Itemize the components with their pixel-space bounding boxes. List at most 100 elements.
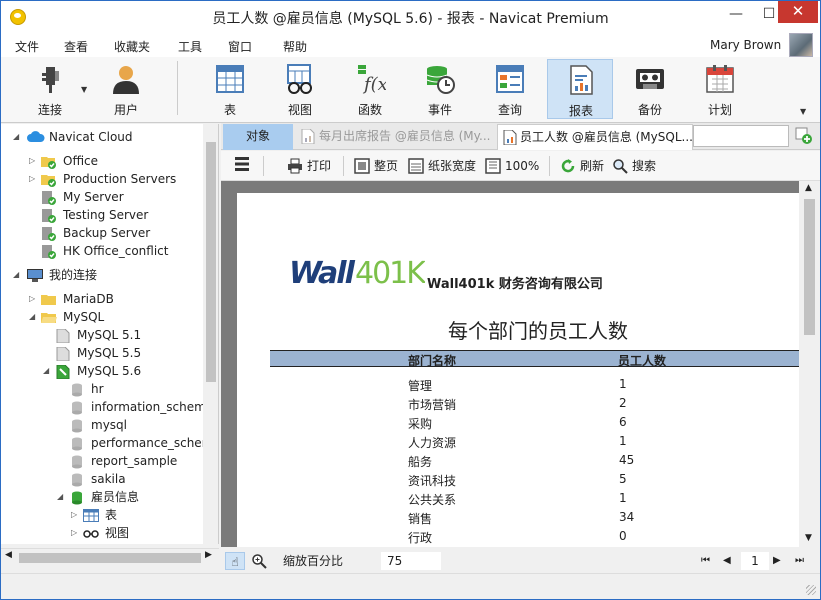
menu-icon[interactable] <box>235 157 249 171</box>
menu-tools[interactable]: 工具 <box>178 38 202 55</box>
chevron-down-icon[interactable]: ◢ <box>29 308 35 326</box>
chevron-down-icon[interactable]: ▼ <box>81 85 87 94</box>
tree-item-mysql-5-5[interactable]: MySQL 5.5 <box>1 344 201 362</box>
chevron-down-icon[interactable]: ◢ <box>13 266 19 284</box>
tree-item-production-servers[interactable]: ▷ Production Servers <box>1 170 201 188</box>
page-number-input[interactable]: 1 <box>741 552 769 570</box>
tree-label: 函数 <box>105 542 129 544</box>
tree-item-sakila[interactable]: sakila <box>1 470 203 488</box>
user-button[interactable]: 用户 <box>93 59 159 119</box>
chevron-up-icon[interactable]: ▲ <box>805 183 812 193</box>
menu-file[interactable]: 文件 <box>15 38 39 55</box>
chevron-down-icon[interactable]: ◢ <box>13 128 19 146</box>
tree-item-performance-schema[interactable]: performance_schema <box>1 434 218 452</box>
chevron-right-icon[interactable]: ▷ <box>71 506 77 524</box>
tree-item-my-connections[interactable]: ◢ 我的连接 <box>1 266 201 284</box>
tree-label: Office <box>63 154 99 168</box>
schedule-button[interactable]: 计划 <box>687 59 753 119</box>
menu-window[interactable]: 窗口 <box>228 38 252 55</box>
tree-item-mysql-5-1[interactable]: MySQL 5.1 <box>1 326 201 344</box>
query-icon <box>496 65 524 93</box>
sidebar-scrollbar-thumb[interactable] <box>206 142 216 382</box>
sidebar-scrollbar[interactable] <box>203 124 218 544</box>
chevron-down-icon[interactable]: ▼ <box>805 533 812 543</box>
backup-button[interactable]: 备份 <box>617 59 683 119</box>
tree-item-tables[interactable]: ▷ 表 <box>1 506 203 524</box>
hand-tool-icon[interactable]: ☝ <box>225 552 245 570</box>
tree-item-hk-office-conflict[interactable]: HK Office_conflict <box>1 242 201 260</box>
tree-item-my-server[interactable]: My Server <box>1 188 201 206</box>
menu-help[interactable]: 帮助 <box>283 38 307 55</box>
report-table-header: 部门名称 员工人数 <box>270 350 799 368</box>
event-button[interactable]: 事件 <box>407 59 473 119</box>
tree-item-employee-info[interactable]: ◢ 雇员信息 <box>1 488 203 506</box>
resize-grip-icon[interactable] <box>806 585 816 595</box>
preview-scrollbar-thumb[interactable] <box>804 199 815 335</box>
tree-item-views[interactable]: ▷ 视图 <box>1 524 203 542</box>
tree-item-mysql-5-6[interactable]: ◢ MySQL 5.6 <box>1 362 201 380</box>
chevron-right-icon[interactable]: ▷ <box>29 170 35 188</box>
preview-scrollbar[interactable]: ▲ ▼ <box>799 181 820 547</box>
tree-item-office[interactable]: ▷ Office <box>1 152 201 170</box>
plug-icon <box>42 67 59 93</box>
menu-view[interactable]: 查看 <box>64 38 88 55</box>
minimize-button[interactable]: — <box>718 1 754 29</box>
chevron-right-icon[interactable]: ▷ <box>29 152 35 170</box>
chevron-down-icon[interactable]: ◢ <box>43 362 49 380</box>
table-button[interactable]: 表 <box>197 59 263 119</box>
report-button[interactable]: 报表 <box>547 59 613 119</box>
zoom-input[interactable]: 75 <box>381 552 441 570</box>
refresh-label: 刷新 <box>580 159 605 173</box>
report-cell-department: 公共关系 <box>408 493 457 507</box>
main-toolbar: 连接 ▼ 用户 表 视图 f(x) 函数 事件 查询 报表 <box>1 57 820 123</box>
tree-item-testing-server[interactable]: Testing Server <box>1 206 201 224</box>
last-page-icon[interactable]: ⏭ <box>795 552 804 570</box>
function-label: 函数 <box>357 103 382 117</box>
tree-item-navicat-cloud[interactable]: ◢ Navicat Cloud <box>1 128 201 146</box>
tree-label: Production Servers <box>63 172 177 186</box>
tab-label: 员工人数 @雇员信息 (MySQL... <box>520 130 693 144</box>
connection-button[interactable]: 连接 <box>17 59 83 119</box>
tree-item-information-schema[interactable]: information_schema <box>1 398 213 416</box>
query-button[interactable]: 查询 <box>477 59 543 119</box>
zoom-in-icon[interactable] <box>251 553 267 569</box>
chevron-left-icon[interactable]: ◀ <box>5 550 12 560</box>
avatar[interactable] <box>789 33 813 57</box>
close-button[interactable]: ✕ <box>778 1 818 23</box>
tree-item-report-sample[interactable]: report_sample <box>1 452 203 470</box>
chevron-right-icon[interactable]: ▷ <box>71 524 77 542</box>
report-cell-department: 采购 <box>408 417 433 431</box>
tree-item-functions[interactable]: ▷ f() 函数 <box>1 542 203 544</box>
tree-item-mysql-db[interactable]: mysql <box>1 416 203 434</box>
function-button[interactable]: f(x) 函数 <box>337 59 403 119</box>
print-label: 打印 <box>307 159 332 173</box>
tree-item-backup-server[interactable]: Backup Server <box>1 224 201 242</box>
chevron-down-icon[interactable]: ▼ <box>800 107 806 116</box>
chevron-right-icon[interactable]: ▷ <box>71 542 77 544</box>
tree-item-mariadb[interactable]: ▷ MariaDB <box>1 290 201 308</box>
first-page-icon[interactable]: ⏮ <box>701 552 710 570</box>
tree-label: Backup Server <box>63 226 151 240</box>
new-tab-icon[interactable] <box>795 127 813 145</box>
chevron-down-icon[interactable]: ◢ <box>57 488 63 506</box>
user-name[interactable]: Mary Brown <box>710 38 781 52</box>
report-cell-department: 市场营销 <box>408 398 457 412</box>
logo-text-wall: Wall <box>289 257 356 289</box>
next-page-icon[interactable]: ▶ <box>773 552 781 570</box>
tree-item-mysql[interactable]: ◢ MySQL <box>1 308 201 326</box>
previous-page-icon[interactable]: ◀ <box>723 552 731 570</box>
chevron-right-icon[interactable]: ▶ <box>205 550 212 560</box>
tab-monthly-attendance-report[interactable]: 每月出席报告 @雇员信息 (My... <box>295 124 495 150</box>
paper-width-label: 纸张宽度 <box>428 159 477 173</box>
tab-objects[interactable]: 对象 <box>223 124 293 150</box>
horizontal-scrollbar-thumb[interactable] <box>19 553 201 563</box>
tree-item-hr[interactable]: hr <box>1 380 203 398</box>
menu-favorites[interactable]: 收藏夹 <box>114 38 150 55</box>
report-cell-department: 管理 <box>408 379 433 393</box>
tab-search-input[interactable] <box>693 125 789 147</box>
database-icon <box>72 455 82 469</box>
tab-employee-count-report[interactable]: 员工人数 @雇员信息 (MySQL... <box>497 124 693 150</box>
view-button[interactable]: 视图 <box>267 59 333 119</box>
chevron-right-icon[interactable]: ▷ <box>29 290 35 308</box>
sidebar-horizontal-scrollbar[interactable]: ◀ ▶ <box>1 548 219 566</box>
